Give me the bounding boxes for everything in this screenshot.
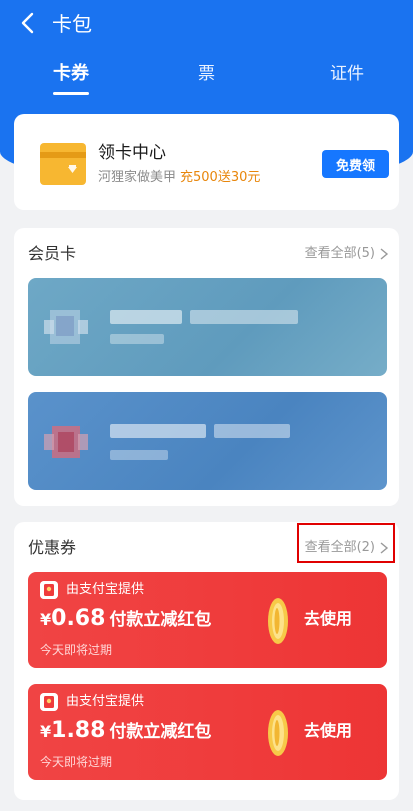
coupon-item[interactable]: 由支付宝提供 ¥0.68 付款立减红包 今天即将过期 去使用 bbox=[28, 572, 387, 668]
active-tab-indicator bbox=[53, 92, 89, 95]
gold-coin-icon bbox=[268, 598, 288, 644]
back-arrow-icon[interactable] bbox=[18, 12, 40, 34]
blurred-text bbox=[110, 310, 182, 324]
coupon-description: 付款立减红包 bbox=[109, 722, 212, 742]
membership-card-2[interactable] bbox=[28, 392, 387, 490]
red-packet-icon bbox=[40, 581, 58, 599]
tab-cards-coupons[interactable]: 卡券 bbox=[53, 62, 89, 86]
top-bar: 卡包 bbox=[0, 0, 413, 48]
coupon-currency: ¥ bbox=[40, 722, 52, 741]
membership-section: 会员卡 查看全部(5) bbox=[14, 228, 399, 506]
blurred-logo-icon bbox=[44, 310, 88, 344]
coupon-value: ¥1.88 付款立减红包 bbox=[40, 716, 211, 747]
coupon-provider: 由支付宝提供 bbox=[66, 582, 145, 597]
use-coupon-button[interactable]: 去使用 bbox=[304, 720, 352, 744]
coupon-amount: 0.68 bbox=[51, 606, 106, 631]
coupon-section: 优惠券 查看全部(2) 由支付宝提供 ¥0.68 付款立减红包 今天即将过期 去使… bbox=[14, 522, 399, 800]
tab-certificates[interactable]: 证件 bbox=[330, 62, 364, 86]
coupon-expiry: 今天即将过期 bbox=[40, 643, 113, 657]
claim-free-button[interactable]: 免费领 bbox=[322, 150, 389, 178]
blurred-text bbox=[190, 310, 298, 324]
coupon-description: 付款立减红包 bbox=[109, 610, 212, 630]
blurred-text bbox=[110, 424, 206, 438]
chevron-right-icon bbox=[380, 248, 389, 260]
claim-promo-text: 河狸家做美甲 充500送30元 bbox=[98, 169, 260, 187]
coupon-title: 优惠券 bbox=[28, 538, 77, 557]
page-title: 卡包 bbox=[52, 12, 92, 36]
tab-bar: 卡券 票 证件 bbox=[0, 56, 413, 100]
coupon-value: ¥0.68 付款立减红包 bbox=[40, 604, 211, 635]
coupon-item[interactable]: 由支付宝提供 ¥1.88 付款立减红包 今天即将过期 去使用 bbox=[28, 684, 387, 780]
blurred-text bbox=[214, 424, 290, 438]
claim-center-title: 领卡中心 bbox=[98, 143, 166, 163]
wallet-card-icon bbox=[40, 143, 86, 185]
tab-tickets[interactable]: 票 bbox=[198, 62, 215, 86]
blurred-logo-icon bbox=[44, 426, 88, 458]
gold-coin-icon bbox=[268, 710, 288, 756]
blurred-text bbox=[110, 334, 164, 344]
claim-merchant: 河狸家做美甲 bbox=[98, 170, 177, 185]
coupon-provider: 由支付宝提供 bbox=[66, 694, 145, 709]
annotation-highlight-box bbox=[297, 523, 395, 563]
red-packet-icon bbox=[40, 693, 58, 711]
coupon-expiry: 今天即将过期 bbox=[40, 755, 113, 769]
claim-center-card[interactable]: 领卡中心 河狸家做美甲 充500送30元 免费领 bbox=[14, 114, 399, 210]
membership-card-1[interactable] bbox=[28, 278, 387, 376]
coupon-currency: ¥ bbox=[40, 610, 52, 629]
use-coupon-button[interactable]: 去使用 bbox=[304, 608, 352, 632]
membership-view-all-link[interactable]: 查看全部(5) bbox=[305, 244, 389, 264]
claim-offer: 充500送30元 bbox=[180, 170, 261, 185]
membership-title: 会员卡 bbox=[28, 244, 77, 263]
coupon-amount: 1.88 bbox=[51, 718, 106, 743]
blurred-text bbox=[110, 450, 168, 460]
membership-view-all-label: 查看全部(5) bbox=[304, 246, 375, 261]
